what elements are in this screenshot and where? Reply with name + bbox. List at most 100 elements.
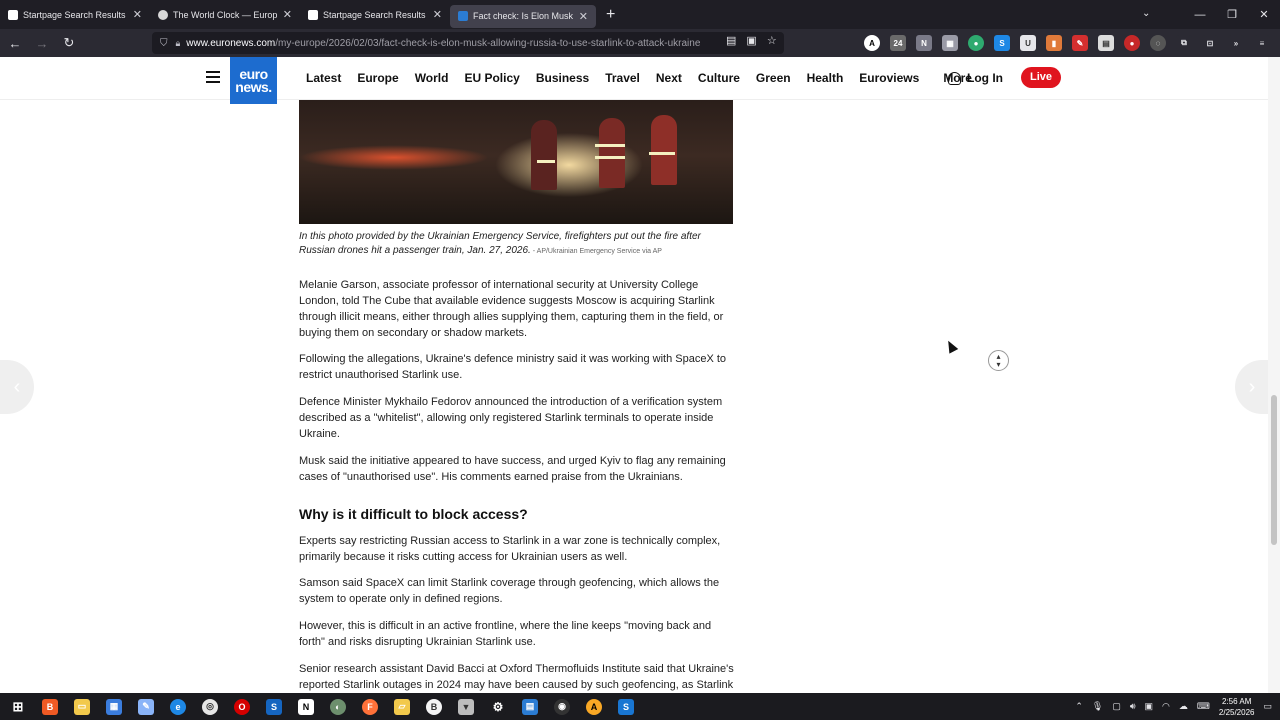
- menu-icon[interactable]: [206, 71, 220, 86]
- wifi-icon[interactable]: ◠: [1162, 701, 1170, 712]
- back-icon[interactable]: ←: [3, 36, 27, 51]
- settings-gear-icon[interactable]: ⚙: [490, 698, 506, 715]
- extension-24-icon[interactable]: 24: [890, 35, 906, 51]
- cloud-icon[interactable]: ☁︎: [1179, 701, 1188, 712]
- file-explorer-icon[interactable]: ▭: [74, 698, 90, 715]
- extension-icon[interactable]: ▤: [1098, 35, 1114, 51]
- article-photo: [299, 100, 733, 224]
- extension-icon[interactable]: ▮: [1046, 35, 1062, 51]
- tray-app-icon[interactable]: ▢: [1112, 701, 1121, 712]
- chevron-up-icon[interactable]: ⌃: [1075, 701, 1083, 712]
- app-icon[interactable]: ◐: [330, 698, 346, 715]
- url-bar[interactable]: ⛉ 🔒︎ www.euronews.com /my-europe/2026/02…: [152, 32, 784, 54]
- nav-europe[interactable]: Europe: [357, 71, 398, 85]
- extension-icon[interactable]: ◌: [1150, 35, 1166, 51]
- extension-icon[interactable]: ●: [1124, 35, 1140, 51]
- edge-icon[interactable]: e: [170, 698, 186, 715]
- live-button[interactable]: Live: [1021, 67, 1061, 88]
- next-article-button[interactable]: ›: [1235, 360, 1269, 414]
- ublock-icon[interactable]: U: [1020, 35, 1036, 51]
- extension-icon[interactable]: ●: [968, 35, 984, 51]
- windows-start-icon[interactable]: ⊞: [10, 699, 26, 715]
- euronews-icon: [458, 11, 468, 21]
- hamburger-menu-icon[interactable]: ≡: [1254, 35, 1270, 51]
- volume-icon[interactable]: 🔊︎: [1130, 701, 1136, 712]
- firefox-icon[interactable]: F: [362, 698, 378, 715]
- nav-euroviews[interactable]: Euroviews: [859, 71, 919, 85]
- microphone-icon[interactable]: 🎙︎: [1092, 701, 1103, 712]
- nav-business[interactable]: Business: [536, 71, 589, 85]
- minimize-icon[interactable]: —: [1184, 9, 1216, 21]
- steam-icon[interactable]: S: [266, 698, 282, 715]
- extension-s-icon[interactable]: S: [994, 35, 1010, 51]
- folder-icon[interactable]: ▱: [394, 698, 410, 715]
- url-domain: www.euronews.com: [186, 37, 276, 49]
- nav-latest[interactable]: Latest: [306, 71, 341, 85]
- nav-eu-policy[interactable]: EU Policy: [464, 71, 519, 85]
- autoscroll-icon[interactable]: ▴ ▾: [988, 350, 1009, 371]
- shield-app-icon[interactable]: ▼: [458, 698, 474, 715]
- reload-icon[interactable]: ↻: [57, 35, 81, 51]
- lock-icon[interactable]: 🔒︎: [176, 38, 181, 49]
- user-icon: [948, 71, 961, 85]
- nav-world[interactable]: World: [415, 71, 449, 85]
- clock-time: 2:56 AM: [1222, 696, 1252, 706]
- browser-tab[interactable]: Startpage Search Results ✕: [0, 0, 150, 29]
- screenshot-icon[interactable]: ⊡: [1202, 35, 1218, 51]
- chevron-down-icon[interactable]: ⌄: [1142, 8, 1150, 19]
- page-scrollbar[interactable]: [1268, 57, 1280, 693]
- extension-a-icon[interactable]: A: [864, 35, 880, 51]
- restore-icon[interactable]: ❐: [1216, 8, 1248, 21]
- previous-article-button[interactable]: ‹: [0, 360, 34, 414]
- picture-icon[interactable]: ▣: [746, 34, 756, 47]
- tray-app-icon[interactable]: ▣: [1145, 701, 1154, 712]
- nav-next[interactable]: Next: [656, 71, 682, 85]
- close-icon[interactable]: ✕: [283, 8, 292, 21]
- keyboard-icon[interactable]: ⌨: [1197, 701, 1210, 712]
- app-a-icon[interactable]: A: [586, 698, 602, 715]
- nav-culture[interactable]: Culture: [698, 71, 740, 85]
- caption-credit: - AP/Ukrainian Emergency Service via AP: [530, 248, 662, 255]
- euronews-logo[interactable]: euro news.: [230, 57, 277, 104]
- shield-icon[interactable]: ⛉: [160, 38, 168, 49]
- extension-icon[interactable]: ▦: [942, 35, 958, 51]
- browser-tab[interactable]: The World Clock — Europe ✕: [150, 0, 300, 29]
- opera-icon[interactable]: O: [234, 698, 250, 715]
- close-icon[interactable]: ✕: [433, 8, 442, 21]
- github-icon[interactable]: ◉: [554, 698, 570, 715]
- tab-title: Startpage Search Results: [23, 9, 126, 20]
- extension-icon[interactable]: ✎: [1072, 35, 1088, 51]
- notepad-icon[interactable]: ✎: [138, 698, 154, 715]
- overflow-menu-icon[interactable]: »: [1228, 35, 1244, 51]
- startpage-icon: [8, 9, 18, 20]
- steam-running-icon[interactable]: S: [618, 698, 634, 715]
- site-header: euro news. Latest Europe World EU Policy…: [0, 57, 1268, 104]
- extension-icon[interactable]: N: [916, 35, 932, 51]
- clock[interactable]: 2:56 AM 2/25/2026: [1219, 696, 1255, 718]
- notion-icon[interactable]: N: [298, 698, 314, 715]
- close-icon[interactable]: ✕: [133, 8, 142, 21]
- nav-health[interactable]: Health: [807, 71, 844, 85]
- chrome-icon[interactable]: ◎: [202, 698, 218, 715]
- calculator-icon[interactable]: ▦: [106, 698, 122, 715]
- browser-tab-active[interactable]: Fact check: Is Elon Musk allowin ✕: [450, 4, 596, 28]
- forward-icon[interactable]: →: [30, 36, 54, 51]
- bookmark-star-icon[interactable]: ☆: [767, 34, 777, 47]
- extensions-puzzle-icon[interactable]: ⧉: [1176, 35, 1192, 51]
- app-b-icon[interactable]: B: [426, 698, 442, 715]
- reader-view-icon[interactable]: ▤: [726, 34, 736, 47]
- scrollbar-thumb[interactable]: [1271, 395, 1277, 545]
- document-icon[interactable]: ▤: [522, 698, 538, 715]
- close-window-icon[interactable]: ✕: [1248, 8, 1280, 21]
- notification-icon[interactable]: ▭: [1263, 701, 1272, 712]
- nav-travel[interactable]: Travel: [605, 71, 640, 85]
- browser-tab[interactable]: Startpage Search Results ✕: [300, 0, 450, 29]
- nav-green[interactable]: Green: [756, 71, 791, 85]
- login-button[interactable]: Log In: [948, 71, 1003, 85]
- mouse-cursor-icon: [943, 338, 959, 354]
- new-tab-icon[interactable]: +: [606, 6, 615, 24]
- chevron-left-icon: ‹: [13, 375, 21, 398]
- brave-icon[interactable]: B: [42, 698, 58, 715]
- system-tray: ⌃ 🎙︎ ▢ 🔊︎ ▣ ◠ ☁︎ ⌨ 2:56 AM 2/25/2026 ▭: [1075, 693, 1272, 720]
- close-icon[interactable]: ✕: [579, 10, 588, 23]
